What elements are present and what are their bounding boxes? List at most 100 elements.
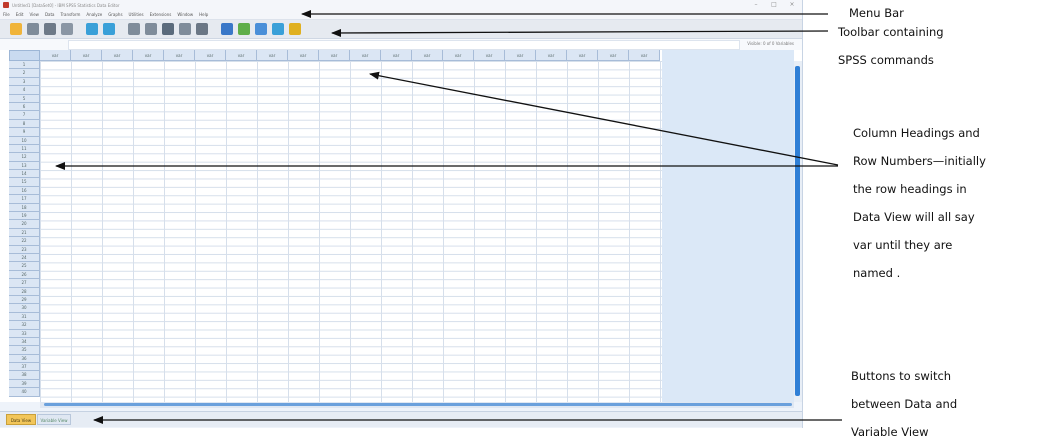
row-number[interactable]: 19: [9, 212, 40, 221]
column-heading[interactable]: var: [133, 50, 164, 61]
menu-transform[interactable]: Transform: [61, 12, 81, 17]
menu-utilities[interactable]: Utilities: [129, 12, 144, 17]
row-number[interactable]: 14: [9, 170, 40, 179]
menu-view[interactable]: View: [29, 12, 39, 17]
row-number[interactable]: 13: [9, 161, 40, 171]
column-heading[interactable]: var: [257, 50, 288, 61]
row-number[interactable]: 12: [9, 153, 40, 162]
redo-icon[interactable]: [103, 23, 115, 35]
row-number[interactable]: 15: [9, 178, 40, 187]
row-number[interactable]: 27: [9, 279, 40, 288]
row-number[interactable]: 34: [9, 337, 40, 347]
row-number[interactable]: 28: [9, 287, 40, 296]
row-number[interactable]: 17: [9, 195, 40, 204]
row-number[interactable]: 7: [9, 111, 40, 120]
menu-graphs[interactable]: Graphs: [108, 12, 122, 17]
column-heading[interactable]: var: [629, 50, 660, 61]
column-heading[interactable]: var: [443, 50, 474, 61]
row-number[interactable]: 10: [9, 136, 40, 145]
spss-app-icon: [3, 2, 9, 8]
row-number[interactable]: 31: [9, 312, 40, 322]
column-heading[interactable]: var: [567, 50, 598, 61]
column-heading[interactable]: var: [71, 50, 102, 61]
tab-data-view[interactable]: Data View: [6, 414, 36, 425]
row-number[interactable]: 21: [9, 228, 40, 238]
row-number[interactable]: 8: [9, 119, 40, 129]
save-icon[interactable]: [27, 23, 39, 35]
row-number[interactable]: 16: [9, 186, 40, 196]
weight-cases-icon[interactable]: [272, 23, 284, 35]
maximize-icon[interactable]: □: [770, 1, 778, 8]
menu-data[interactable]: Data: [45, 12, 55, 17]
select-cases-icon[interactable]: [289, 23, 301, 35]
goto-case-icon[interactable]: [128, 23, 140, 35]
row-number[interactable]: 29: [9, 295, 40, 305]
row-number[interactable]: 5: [9, 94, 40, 103]
variables-icon[interactable]: [162, 23, 174, 35]
row-number[interactable]: 26: [9, 270, 40, 280]
row-number[interactable]: 36: [9, 354, 40, 364]
row-number[interactable]: 4: [9, 86, 40, 95]
row-number[interactable]: 30: [9, 304, 40, 313]
row-number[interactable]: 35: [9, 346, 40, 355]
column-heading[interactable]: var: [288, 50, 319, 61]
insert-variable-icon[interactable]: [238, 23, 250, 35]
close-icon[interactable]: ×: [788, 1, 796, 8]
find-icon[interactable]: [196, 23, 208, 35]
column-heading[interactable]: var: [40, 50, 71, 61]
cell-value-input[interactable]: [68, 40, 740, 50]
horizontal-scroll-thumb[interactable]: [44, 403, 792, 406]
column-heading[interactable]: var: [536, 50, 567, 61]
row-number[interactable]: 24: [9, 253, 40, 263]
insert-cases-icon[interactable]: [221, 23, 233, 35]
grid-corner[interactable]: [9, 50, 40, 61]
row-number[interactable]: 6: [9, 102, 40, 112]
column-heading[interactable]: var: [102, 50, 133, 61]
row-number[interactable]: 3: [9, 77, 40, 87]
row-number[interactable]: 22: [9, 237, 40, 246]
row-number[interactable]: 1: [9, 61, 40, 70]
column-heading[interactable]: var: [412, 50, 443, 61]
dialog-recall-icon[interactable]: [61, 23, 73, 35]
column-heading[interactable]: var: [505, 50, 536, 61]
column-heading[interactable]: var: [226, 50, 257, 61]
column-heading[interactable]: var: [598, 50, 629, 61]
row-number[interactable]: 9: [9, 128, 40, 137]
minimize-icon[interactable]: –: [752, 1, 760, 8]
row-number[interactable]: 20: [9, 220, 40, 229]
menu-file[interactable]: File: [3, 12, 10, 17]
row-number[interactable]: 37: [9, 363, 40, 372]
row-number[interactable]: 39: [9, 379, 40, 389]
open-icon[interactable]: [10, 23, 22, 35]
column-heading[interactable]: var: [195, 50, 226, 61]
column-heading[interactable]: var: [381, 50, 412, 61]
data-cells[interactable]: [40, 61, 662, 402]
column-heading[interactable]: var: [474, 50, 505, 61]
toolbar-separator: [213, 23, 216, 35]
label-buttons-line1: Buttons to switch: [851, 369, 952, 383]
goto-variable-icon[interactable]: [145, 23, 157, 35]
row-number[interactable]: 38: [9, 371, 40, 380]
column-heading[interactable]: var: [350, 50, 381, 61]
run-descriptives-icon[interactable]: [179, 23, 191, 35]
undo-icon[interactable]: [86, 23, 98, 35]
split-file-icon[interactable]: [255, 23, 267, 35]
column-heading[interactable]: var: [164, 50, 195, 61]
row-number[interactable]: 40: [9, 388, 40, 397]
row-number[interactable]: 23: [9, 245, 40, 254]
row-number[interactable]: 2: [9, 69, 40, 78]
tab-variable-view[interactable]: Variable View: [37, 414, 71, 425]
row-number[interactable]: 18: [9, 203, 40, 213]
menu-help[interactable]: Help: [199, 12, 208, 17]
print-icon[interactable]: [44, 23, 56, 35]
menu-extensions[interactable]: Extensions: [150, 12, 172, 17]
column-heading[interactable]: var: [319, 50, 350, 61]
menu-edit[interactable]: Edit: [16, 12, 24, 17]
menu-analyze[interactable]: Analyze: [86, 12, 102, 17]
row-number[interactable]: 33: [9, 329, 40, 338]
row-number[interactable]: 11: [9, 144, 40, 154]
menu-window[interactable]: Window: [177, 12, 193, 17]
row-number[interactable]: 25: [9, 262, 40, 271]
vertical-scroll-thumb[interactable]: [795, 66, 800, 396]
row-number[interactable]: 32: [9, 321, 40, 330]
